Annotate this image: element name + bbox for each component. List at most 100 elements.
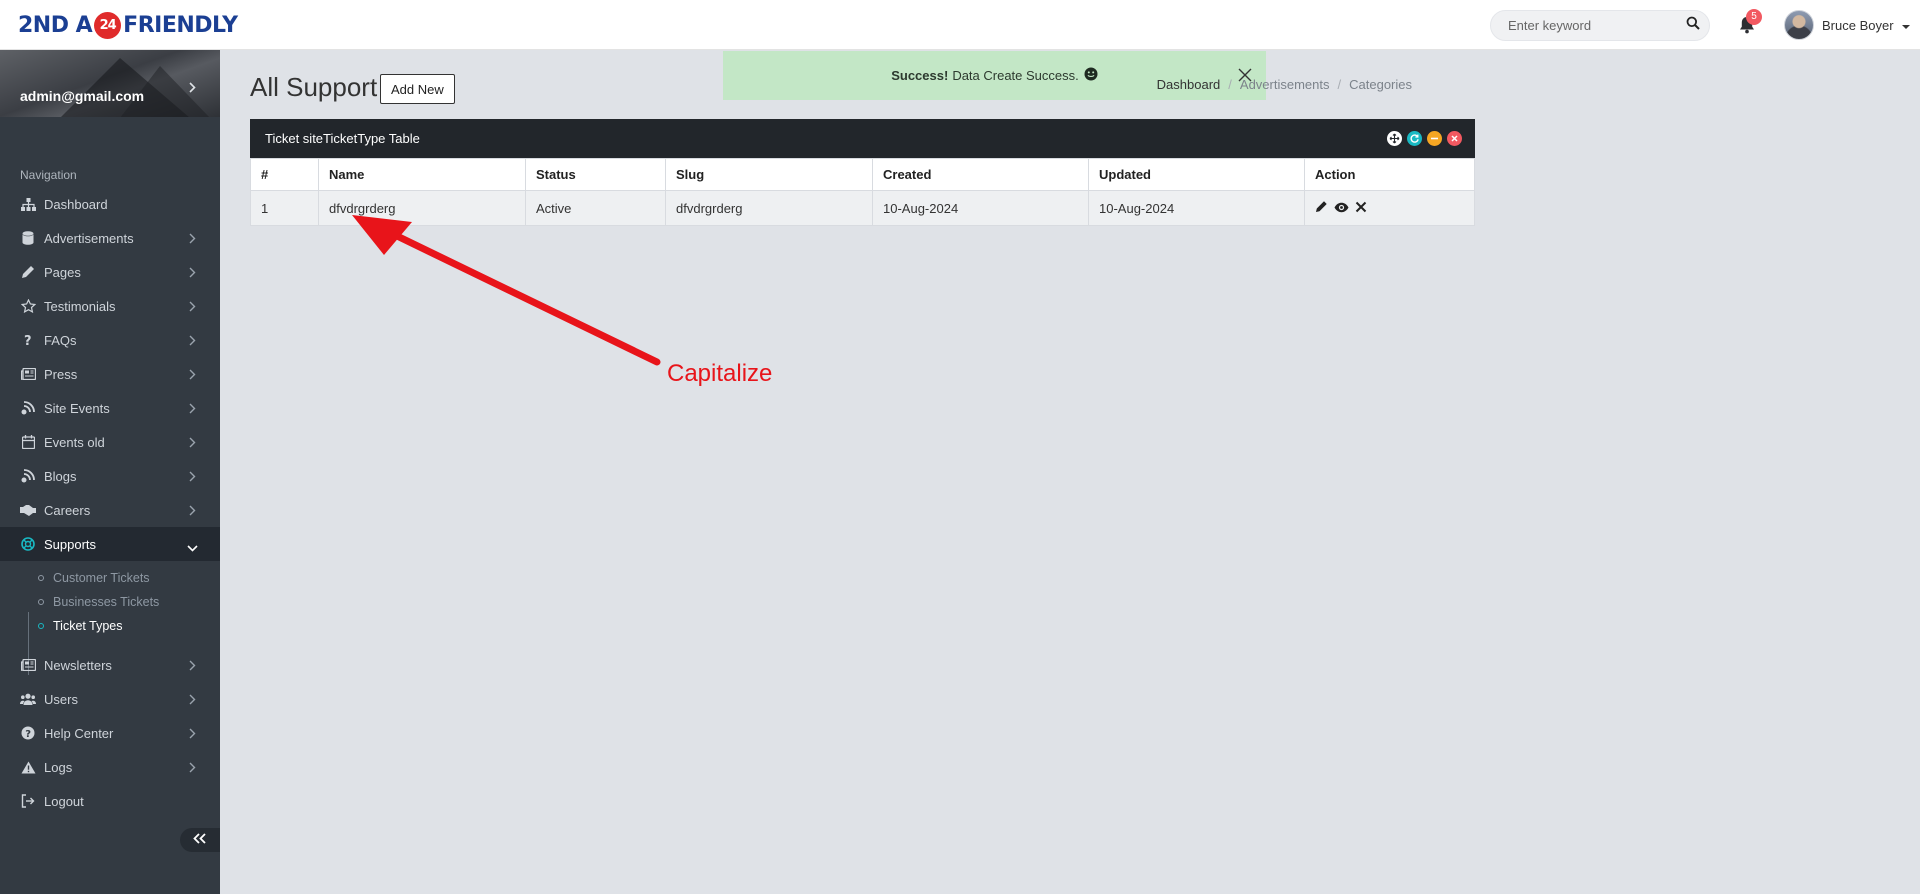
column-header-updated: Updated <box>1088 158 1305 191</box>
caret-down-icon <box>1901 18 1910 33</box>
cell-created: 10-Aug-2024 <box>872 190 1089 226</box>
profile-email: admin@gmail.com <box>20 88 145 104</box>
minimize-icon[interactable] <box>1427 131 1442 146</box>
breadcrumb-advertisements[interactable]: Advertisements <box>1240 77 1330 92</box>
table-row: 1 dfvdrgrderg Active dfvdrgrderg 10-Aug-… <box>250 190 1475 226</box>
ticket-types-table: # Name Status Slug Created Updated Actio… <box>250 158 1475 226</box>
sidebar-subitem-customer-tickets[interactable]: Customer Tickets <box>38 568 150 588</box>
sidebar-item-label: Careers <box>44 502 91 518</box>
chevron-right-icon <box>189 80 196 98</box>
sidebar-item-careers[interactable]: Careers <box>0 493 220 527</box>
sidebar-item-dashboard[interactable]: Dashboard <box>0 187 220 221</box>
alert-strong: Success! <box>891 68 949 83</box>
panel-header: Ticket siteTicketType Table <box>250 119 1475 158</box>
sidebar-item-pages[interactable]: Pages <box>0 255 220 289</box>
sidebar-item-label: Blogs <box>44 468 77 484</box>
panel-title: Ticket siteTicketType Table <box>265 131 420 146</box>
breadcrumb-dashboard[interactable]: Dashboard <box>1157 77 1221 92</box>
edit-icon[interactable] <box>1315 200 1328 216</box>
chevron-right-icon <box>189 436 196 451</box>
sidebar-item-label: Press <box>44 366 78 382</box>
sidebar-item-label: Help Center <box>44 725 114 741</box>
sidebar-item-label: Users <box>44 691 78 707</box>
search-icon[interactable] <box>1686 16 1700 35</box>
sidebar-subitem-ticket-types[interactable]: Ticket Types <box>38 616 122 636</box>
sidebar-item-label: FAQs <box>44 332 77 348</box>
chevron-right-icon <box>189 368 196 383</box>
chevron-right-icon <box>189 300 196 315</box>
warning-icon <box>20 759 36 775</box>
sidebar-item-blogs[interactable]: Blogs <box>0 459 220 493</box>
sidebar-item-label: Testimonials <box>44 298 116 314</box>
sidebar-item-label: Advertisements <box>44 230 134 246</box>
sidebar-item-press[interactable]: Press <box>0 357 220 391</box>
chevron-right-icon <box>189 504 196 519</box>
column-header-created: Created <box>872 158 1089 191</box>
sidebar-item-advertisements[interactable]: Advertisements <box>0 221 220 255</box>
chevron-down-icon <box>187 540 198 555</box>
sidebar-item-testimonials[interactable]: Testimonials <box>0 289 220 323</box>
cell-name: dfvdrgrderg <box>318 190 526 226</box>
sidebar-item-logs[interactable]: Logs <box>0 750 220 784</box>
sidebar-item-faqs[interactable]: ? FAQs <box>0 323 220 357</box>
breadcrumb-categories: Categories <box>1349 77 1412 92</box>
close-icon[interactable] <box>1447 131 1462 146</box>
sidebar-item-label: Site Events <box>44 400 110 416</box>
column-header-action: Action <box>1304 158 1475 191</box>
add-new-button[interactable]: Add New <box>380 74 455 104</box>
chevron-right-icon <box>189 761 196 776</box>
user-menu[interactable]: Bruce Boyer <box>1784 9 1910 41</box>
sidebar-collapse-button[interactable] <box>180 828 220 852</box>
logo-text-2: FRIENDLY <box>123 12 238 38</box>
notification-badge: 5 <box>1746 9 1762 25</box>
pencil-icon <box>20 264 36 280</box>
search-box <box>1490 10 1710 41</box>
chevron-right-icon <box>189 470 196 485</box>
reload-icon[interactable] <box>1407 131 1422 146</box>
success-alert: Success! Data Create Success. <box>723 51 1266 100</box>
site-logo[interactable]: 2ND A 24 FRIENDLY <box>18 10 238 40</box>
logo-badge: 24 <box>94 11 122 39</box>
table-header-row: # Name Status Slug Created Updated Actio… <box>250 158 1475 191</box>
database-icon <box>20 230 36 246</box>
svg-text:?: ? <box>24 334 32 347</box>
cell-actions <box>1304 190 1475 226</box>
chevron-right-icon <box>189 727 196 742</box>
sidebar-item-supports[interactable]: Supports <box>0 527 220 561</box>
alert-text: Data Create Success. <box>952 68 1079 83</box>
sidebar-item-label: Newsletters <box>44 657 112 673</box>
sidebar-item-label: Supports <box>44 536 97 552</box>
panel-controls <box>1387 131 1462 146</box>
view-icon[interactable] <box>1334 201 1349 216</box>
sidebar-item-label: Logs <box>44 759 73 775</box>
chevron-right-icon <box>189 266 196 281</box>
sidebar-item-newsletters[interactable]: Newsletters <box>0 648 220 682</box>
sidebar-subitem-businesses-tickets[interactable]: Businesses Tickets <box>38 592 159 612</box>
annotation-label: Capitalize <box>667 360 773 387</box>
sidebar-item-logout[interactable]: Logout <box>0 784 220 818</box>
newspaper-icon <box>20 366 36 382</box>
help-icon: ? <box>20 725 36 741</box>
sidebar: admin@gmail.com Navigation Dashboard Adv… <box>0 50 220 894</box>
sidebar-item-users[interactable]: Users <box>0 682 220 716</box>
search-input[interactable] <box>1506 17 1686 34</box>
cell-updated: 10-Aug-2024 <box>1088 190 1305 226</box>
sidebar-item-site-events[interactable]: Site Events <box>0 391 220 425</box>
sidebar-item-label: Dashboard <box>44 196 108 212</box>
column-header-number: # <box>250 158 319 191</box>
subitem-label: Businesses Tickets <box>53 595 160 609</box>
chevron-right-icon <box>189 693 196 708</box>
sidebar-item-label: Events old <box>44 434 105 450</box>
sidebar-profile[interactable]: admin@gmail.com <box>0 50 220 117</box>
users-icon <box>20 691 36 707</box>
expand-icon[interactable] <box>1387 131 1402 146</box>
sidebar-item-events-old[interactable]: Events old <box>0 425 220 459</box>
chevron-right-icon <box>189 402 196 417</box>
delete-icon[interactable] <box>1355 201 1367 216</box>
sidebar-item-label: Logout <box>44 793 84 809</box>
newspaper-icon <box>20 657 36 673</box>
sidebar-item-help-center[interactable]: ? Help Center <box>0 716 220 750</box>
question-icon: ? <box>20 332 36 348</box>
chevron-right-icon <box>189 659 196 674</box>
sitemap-icon <box>20 196 36 212</box>
